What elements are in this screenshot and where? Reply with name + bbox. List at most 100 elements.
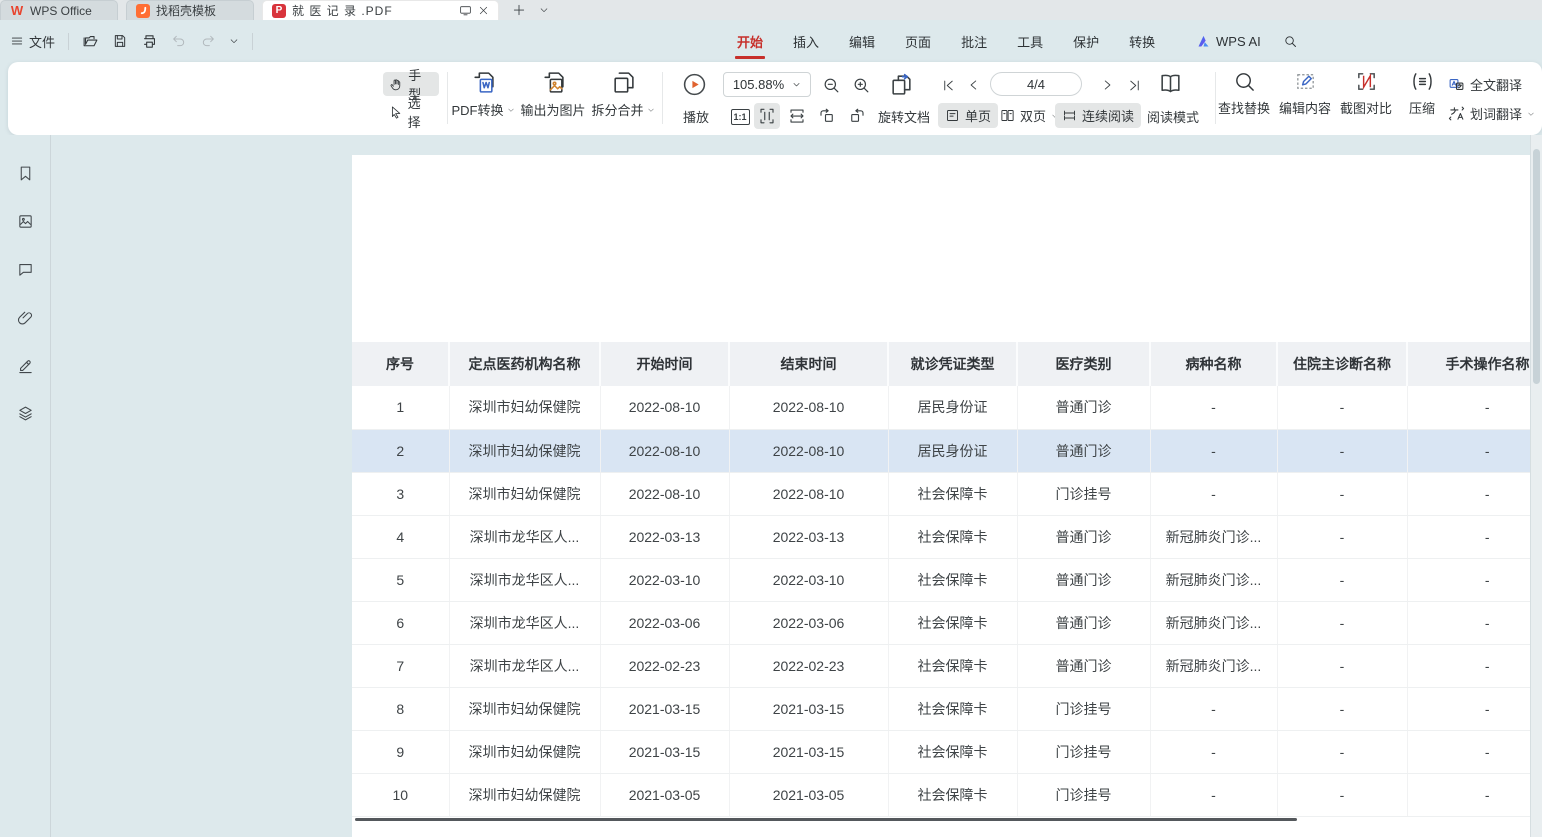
zoom-value: 105.88% [733,77,784,92]
find-replace-button[interactable]: 查找替换 [1212,70,1276,117]
find-replace-icon [1233,70,1256,93]
fit-width-button[interactable] [784,103,810,129]
close-tab-icon[interactable] [478,5,489,16]
actual-size-button[interactable]: 1:1 [727,104,753,130]
next-page-button[interactable] [1094,72,1120,98]
compress-button[interactable]: 压缩 [1394,70,1450,117]
zoom-in-icon [852,76,871,95]
edit-content-button[interactable]: 编辑内容 [1273,70,1337,117]
tab-list-chevron-icon[interactable] [539,5,549,15]
tab-page[interactable]: 页面 [905,20,931,62]
tab-protect[interactable]: 保护 [1073,20,1099,62]
undo-icon[interactable] [171,33,187,49]
table-cell: 2022-02-23 [729,644,888,687]
wps-ai-button[interactable]: WPS AI [1196,34,1261,49]
tab-insert[interactable]: 插入 [793,20,819,62]
rotate-pages-button[interactable] [888,71,914,97]
play-icon [682,72,707,97]
rotate-left-button[interactable] [814,103,840,129]
word-translate-icon [1448,105,1465,122]
last-page-button[interactable] [1121,72,1147,98]
comment-icon[interactable] [12,256,38,282]
quickbar-chevron-icon[interactable] [229,36,239,46]
layers-icon[interactable] [12,400,38,426]
table-row: 5深圳市龙华区人...2022-03-102022-03-10社会保障卡普通门诊… [352,558,1530,601]
prev-page-button[interactable] [961,72,987,98]
table-cell: - [1277,687,1407,730]
table-cell: 7 [352,644,449,687]
next-page-icon [1100,78,1114,92]
signature-icon[interactable] [12,352,38,378]
table-cell: 2021-03-05 [600,773,729,816]
full-text-translate-button[interactable]: 全文翻译 [1448,75,1522,94]
tab-wps-office[interactable]: W WPS Office [0,0,118,20]
new-tab-button[interactable] [512,3,526,17]
column-header: 定点医药机构名称 [449,342,600,386]
tab-comment[interactable]: 批注 [961,20,987,62]
tab-home[interactable]: 开始 [737,20,763,62]
screenshot-compare-button[interactable]: 截图对比 [1334,70,1398,117]
word-translate-button[interactable]: 划词翻译 [1448,104,1535,123]
print-icon[interactable] [141,33,158,50]
vertical-scrollbar[interactable] [1530,135,1542,837]
fit-width-icon [788,107,806,125]
read-mode-button[interactable] [1157,70,1183,96]
table-cell: - [1277,644,1407,687]
monitor-icon[interactable] [459,4,472,17]
select-tool-button[interactable]: 选择 [383,100,439,124]
rotate-doc-label[interactable]: 旋转文档 [878,107,930,126]
table-cell: - [1407,730,1530,773]
column-header: 医疗类别 [1017,342,1150,386]
prev-page-icon [967,78,981,92]
continuous-read-icon [1062,108,1077,123]
table-cell: - [1407,773,1530,816]
continuous-read-button[interactable]: 连续阅读 [1055,103,1141,128]
table-cell: 2022-03-10 [729,558,888,601]
table-cell: 2022-08-10 [600,386,729,429]
table-cell: 社会保障卡 [888,472,1017,515]
thumbnail-icon[interactable] [12,208,38,234]
table-cell: 新冠肺炎门诊... [1150,601,1277,644]
scrollbar-thumb[interactable] [1533,149,1540,384]
tab-convert[interactable]: 转换 [1129,20,1155,62]
table-cell: - [1407,515,1530,558]
continuous-read-label: 连续阅读 [1082,106,1134,125]
tab-edit[interactable]: 编辑 [849,20,875,62]
save-icon[interactable] [112,33,128,49]
table-cell: 社会保障卡 [888,687,1017,730]
open-file-icon[interactable] [82,33,99,50]
tab-docer-templates[interactable]: 找稻壳模板 [126,0,254,20]
book-icon [1158,71,1183,96]
menu-tabs: 开始 插入 编辑 页面 批注 工具 保护 转换 [737,20,1155,62]
table-cell: 深圳市龙华区人... [449,515,600,558]
table-cell: 社会保障卡 [888,730,1017,773]
fit-page-button[interactable] [754,103,780,129]
tab-tools[interactable]: 工具 [1017,20,1043,62]
page-indicator-input[interactable]: 4/4 [990,72,1082,96]
redo-icon[interactable] [200,33,216,49]
menubar-search-icon[interactable] [1283,34,1298,49]
read-mode-label[interactable]: 阅读模式 [1147,107,1199,126]
single-page-button[interactable]: 单页 [938,103,998,128]
table-cell: 门诊挂号 [1017,472,1150,515]
play-button[interactable] [681,71,707,97]
tab-document-active[interactable]: P 就 医 记 录 .PDF [262,0,499,20]
file-menu[interactable]: 文件 [10,32,55,51]
table-cell: 深圳市妇幼保健院 [449,687,600,730]
zoom-out-button[interactable] [818,72,844,98]
column-header: 就诊凭证类型 [888,342,1017,386]
attachment-icon[interactable] [12,304,38,330]
zoom-in-button[interactable] [848,72,874,98]
zoom-level-select[interactable]: 105.88% [723,72,811,97]
first-page-button[interactable] [935,72,961,98]
split-merge-button[interactable]: 拆分合并 [585,70,661,119]
table-cell: 2021-03-15 [600,730,729,773]
table-row: 10深圳市妇幼保健院2021-03-052021-03-05社会保障卡门诊挂号-… [352,773,1530,816]
table-cell: 3 [352,472,449,515]
double-page-label: 双页 [1020,106,1046,125]
pdf-convert-button[interactable]: PDF转换 [445,70,521,119]
bookmark-icon[interactable] [12,160,38,186]
export-image-button[interactable]: 输出为图片 [515,70,591,119]
rotate-right-button[interactable] [844,103,870,129]
table-cell: 新冠肺炎门诊... [1150,644,1277,687]
